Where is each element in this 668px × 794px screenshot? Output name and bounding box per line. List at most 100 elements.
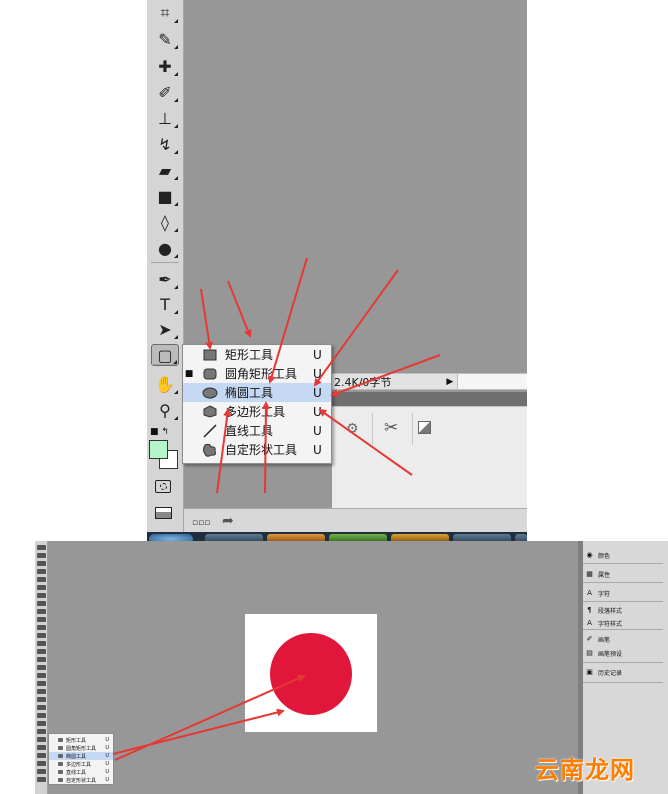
- watermark-text: 云南龙网: [535, 755, 635, 784]
- mini-flyout-label: 圆角矩形工具: [66, 745, 97, 752]
- dodge-tool[interactable]: ●: [151, 237, 179, 259]
- mini-tool-icon[interactable]: [37, 737, 46, 742]
- mini-shape-icon: [58, 746, 63, 750]
- mini-tool-icon[interactable]: [37, 681, 46, 686]
- mini-tool-icon[interactable]: [37, 601, 46, 606]
- mini-flyout-item[interactable]: 圆角矩形工具 U: [49, 744, 113, 752]
- mini-tool-icon[interactable]: [37, 657, 46, 662]
- dock-item-color[interactable]: ◉ 颜色: [585, 549, 663, 561]
- tool-separator: [151, 262, 179, 263]
- mini-tool-icon[interactable]: [37, 609, 46, 614]
- dock-item-label: 段落样式: [598, 607, 623, 615]
- mini-tool-icon[interactable]: [37, 769, 46, 774]
- mini-tool-icon[interactable]: [37, 745, 46, 750]
- flyout-item-rectangle[interactable]: 矩形工具 U: [183, 345, 331, 364]
- mini-tool-icon[interactable]: [37, 649, 46, 654]
- dock-item-brush-preset[interactable]: ▤ 画笔预设: [585, 647, 663, 659]
- screen-mode-icon[interactable]: [155, 507, 172, 519]
- mini-tool-icon[interactable]: [37, 753, 46, 758]
- dock-item-history[interactable]: ▣ 历史记录: [585, 666, 663, 678]
- paragraph-style-icon: ¶: [587, 606, 592, 614]
- mini-tool-icon[interactable]: [37, 713, 46, 718]
- mask-icon[interactable]: [418, 421, 431, 434]
- mini-tool-icon[interactable]: [37, 577, 46, 582]
- pen-tool[interactable]: ✒: [151, 268, 179, 290]
- dock-item-properties[interactable]: ▦ 属性: [585, 568, 663, 580]
- dock-item-label: 属性: [598, 571, 611, 579]
- settings-gear-icon[interactable]: ⚙: [346, 421, 359, 437]
- mini-tool-icon[interactable]: [37, 553, 46, 558]
- type-tool[interactable]: T: [151, 293, 179, 315]
- foreground-color-swatch[interactable]: [149, 440, 168, 459]
- flyout-item-rounded-rectangle[interactable]: ■ 圆角矩形工具 U: [183, 364, 331, 383]
- red-circle-shape[interactable]: [270, 633, 352, 715]
- flyout-item-line[interactable]: 直线工具 U: [183, 421, 331, 440]
- clone-stamp-tool[interactable]: ⊥: [151, 107, 179, 129]
- brush-preset-icon: ▤: [586, 649, 593, 657]
- mini-tool-icon[interactable]: [37, 617, 46, 622]
- mini-tool-icon[interactable]: [37, 569, 46, 574]
- dock-item-label: 颜色: [598, 552, 611, 560]
- mini-flyout-item[interactable]: 直线工具 U: [49, 768, 113, 776]
- eraser-tool[interactable]: ▰: [151, 159, 179, 181]
- mini-tool-icon[interactable]: [37, 761, 46, 766]
- mini-tool-icon[interactable]: [37, 545, 46, 550]
- mini-tool-icon[interactable]: [37, 721, 46, 726]
- document-canvas[interactable]: [245, 614, 377, 732]
- blur-tool[interactable]: ◊: [151, 211, 179, 233]
- hand-tool[interactable]: ✋: [151, 373, 179, 395]
- shortcut-key: U: [105, 753, 109, 759]
- gradient-tool[interactable]: ■: [151, 185, 179, 207]
- dock-item-paragraph-style[interactable]: ¶ 段落样式: [585, 604, 663, 616]
- scroll-track[interactable]: [457, 374, 527, 389]
- dock-item-label: 画笔预设: [598, 650, 623, 658]
- spot-healing-tool[interactable]: ✚: [151, 55, 179, 77]
- dock-item-brush[interactable]: ✐ 画笔: [585, 633, 663, 645]
- mini-tool-icon[interactable]: [37, 729, 46, 734]
- mini-flyout-item[interactable]: 矩形工具 U: [49, 736, 113, 744]
- mini-flyout-label: 矩形工具: [66, 737, 87, 744]
- mini-tool-icon[interactable]: [37, 593, 46, 598]
- mini-flyout-item[interactable]: 椭圆工具 U: [49, 752, 113, 760]
- grid-icon[interactable]: ▫▫▫: [192, 518, 210, 528]
- mini-tool-icon[interactable]: [37, 705, 46, 710]
- scissors-icon[interactable]: ✂: [384, 418, 398, 438]
- eyedropper-tool[interactable]: ✎: [151, 28, 179, 50]
- flyout-item-label: 直线工具: [225, 424, 274, 438]
- dock-item-character[interactable]: A 字符: [585, 587, 663, 599]
- submenu-indicator-icon: [174, 72, 178, 76]
- flyout-item-polygon[interactable]: 多边形工具 U: [183, 402, 331, 421]
- mini-shape-icon: [58, 778, 63, 782]
- dock-item-character-style[interactable]: A 字符样式: [585, 617, 663, 629]
- mini-tool-icon[interactable]: [37, 673, 46, 678]
- flyout-item-custom-shape[interactable]: 自定形状工具 U: [183, 440, 331, 459]
- mini-tool-icon[interactable]: [37, 641, 46, 646]
- mini-tool-icon[interactable]: [37, 625, 46, 630]
- submenu-indicator-icon: [174, 228, 178, 232]
- character-style-icon: A: [587, 619, 592, 627]
- submenu-indicator-icon: [174, 416, 178, 420]
- crop-tool[interactable]: ⌗: [151, 2, 179, 24]
- shape-tool[interactable]: ▢: [151, 344, 179, 366]
- status-menu-arrow-icon[interactable]: ▶: [446, 377, 453, 387]
- zoom-tool[interactable]: ⚲: [151, 399, 179, 421]
- mini-tool-icon[interactable]: [37, 585, 46, 590]
- mini-tool-icon[interactable]: [37, 561, 46, 566]
- shortcut-key: U: [105, 761, 109, 767]
- history-brush-tool[interactable]: ↯: [151, 133, 179, 155]
- mini-flyout-item[interactable]: 多边形工具 U: [49, 760, 113, 768]
- mini-flyout-item[interactable]: 自定形状工具 U: [49, 776, 113, 784]
- flyout-item-ellipse[interactable]: 椭圆工具 U: [183, 383, 331, 402]
- mini-tool-icon[interactable]: [37, 777, 46, 782]
- default-colors-icon[interactable]: ■ ↰: [150, 427, 169, 437]
- quick-mask-icon[interactable]: [155, 480, 171, 493]
- redo-arrow-icon[interactable]: ➦: [222, 513, 234, 529]
- dock-item-label: 字符: [598, 590, 611, 598]
- path-selection-tool[interactable]: ➤: [151, 318, 179, 340]
- mini-tool-icon[interactable]: [37, 633, 46, 638]
- brush-tool[interactable]: ✐: [151, 81, 179, 103]
- mini-tool-icon[interactable]: [37, 665, 46, 670]
- mini-tool-icon[interactable]: [37, 689, 46, 694]
- mini-tool-icon[interactable]: [37, 697, 46, 702]
- dock-divider-line: [583, 629, 663, 630]
